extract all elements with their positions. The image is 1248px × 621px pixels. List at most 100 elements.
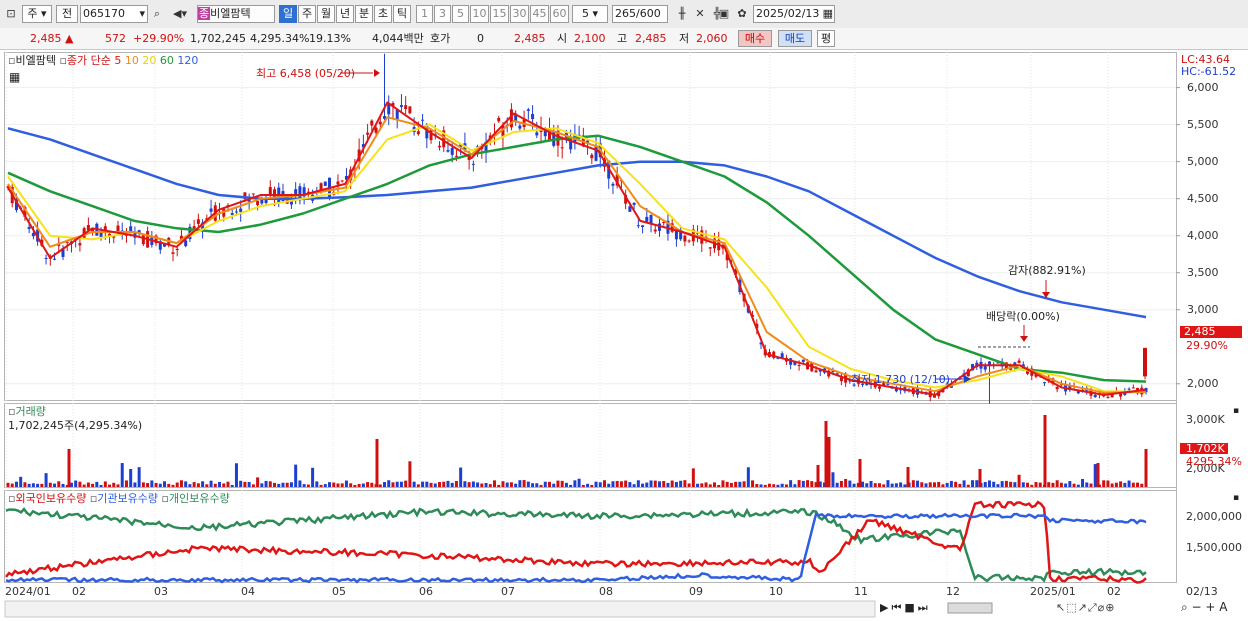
period-tab-2[interactable]: 월 xyxy=(317,5,335,23)
volume-bars xyxy=(6,415,1148,487)
x-tick-4: 05 xyxy=(332,585,346,598)
interval-button-0[interactable]: 1 xyxy=(416,5,433,23)
candle-type-icon[interactable]: ╫ xyxy=(674,5,690,23)
volume-bar xyxy=(302,484,306,487)
volume-bar xyxy=(869,480,873,487)
interval-button-5[interactable]: 30 xyxy=(510,5,529,23)
volume-bar xyxy=(581,484,585,487)
interval-button-7[interactable]: 60 xyxy=(550,5,569,23)
x-right-label: 02/13 xyxy=(1186,585,1218,598)
volume-spike xyxy=(978,469,982,487)
foreign-holdings-line xyxy=(5,500,1147,584)
count-input[interactable]: 265/600 xyxy=(612,5,668,23)
volume-bar xyxy=(518,480,522,487)
sell-button[interactable]: 매도 xyxy=(778,30,812,47)
volume-bar xyxy=(201,481,205,487)
period-tab-3[interactable]: 년 xyxy=(336,5,354,23)
holdings-tick-0: 2,000,000 xyxy=(1186,510,1242,523)
period-tab-4[interactable]: 분 xyxy=(355,5,373,23)
volume-bar xyxy=(746,467,750,487)
volume-bar xyxy=(1089,483,1093,487)
volume-bar xyxy=(247,482,251,487)
volume-bar xyxy=(683,480,687,487)
eval-button[interactable]: 평 xyxy=(817,30,835,47)
chart-area[interactable]: ▫비엘팜텍 ▫종가 단순 5 10 20 60 120 ▦ LC:43.64 H… xyxy=(0,50,1248,621)
x-tick-12: 2025/01 xyxy=(1030,585,1076,598)
high-value: 2,485 xyxy=(635,32,667,45)
stock-code-input[interactable]: 065170 ▾ xyxy=(80,5,148,23)
prev-button[interactable]: 전 xyxy=(56,5,78,23)
volume-bar xyxy=(573,480,577,487)
volume-bar xyxy=(717,484,721,487)
candle-body xyxy=(653,229,657,232)
scroll-controls[interactable]: ▶⏮■⏭ xyxy=(880,601,931,614)
save-icon[interactable]: ▣ xyxy=(716,5,732,23)
capital-reduction-note: 감자(882.91%) xyxy=(1008,264,1086,277)
volume-bar xyxy=(205,484,209,487)
pane-collapse-icon[interactable]: ▪ xyxy=(1233,405,1239,418)
interval-button-4[interactable]: 15 xyxy=(490,5,509,23)
volume-bar xyxy=(361,483,365,487)
grid-toggle-icon[interactable]: ▦ xyxy=(9,71,20,84)
candle-body xyxy=(141,234,145,245)
buy-button[interactable]: 매수 xyxy=(738,30,772,47)
interval-select[interactable]: 5 ▾ xyxy=(572,5,608,23)
volume-bar xyxy=(103,481,107,487)
period-tab-0[interactable]: 일 xyxy=(279,5,297,23)
volume-bar xyxy=(1123,482,1127,487)
settings-icon[interactable]: ✿ xyxy=(734,5,750,23)
volume-bar xyxy=(704,482,708,487)
volume-bar xyxy=(1047,482,1051,487)
low-label: 저 xyxy=(679,32,690,45)
volume-spike xyxy=(816,465,820,487)
interval-button-1[interactable]: 3 xyxy=(434,5,451,23)
volume-pct: 4,295.34% xyxy=(250,32,310,45)
window-menu-icon[interactable]: ⊡ xyxy=(3,5,19,23)
zoom-controls[interactable]: ⌕ − + A xyxy=(1181,601,1227,614)
volume-bar xyxy=(95,481,99,487)
interval-button-2[interactable]: 5 xyxy=(452,5,469,23)
date-input[interactable]: 2025/02/13 ▦ xyxy=(753,5,835,23)
interval-button-3[interactable]: 10 xyxy=(470,5,489,23)
volume-bar xyxy=(928,482,932,487)
price-tick-3: 4,500 xyxy=(1187,191,1219,205)
stock-name-field[interactable]: 종비엘팜텍 xyxy=(197,5,275,23)
pane-collapse-icon-2[interactable]: ▪ xyxy=(1233,492,1239,505)
volume-bar xyxy=(924,483,928,487)
volume-bar xyxy=(810,481,814,487)
volume-bar xyxy=(61,483,65,487)
speaker-icon[interactable]: ◀▾ xyxy=(166,5,194,23)
volume-bar xyxy=(112,482,116,487)
volume-bar xyxy=(937,481,941,487)
volume-bar xyxy=(1136,482,1140,487)
volume-bar xyxy=(835,482,839,487)
volume-bar xyxy=(383,482,387,487)
price-tick-7: 2,000 xyxy=(1187,376,1219,390)
candle-body xyxy=(175,248,179,251)
period-tab-1[interactable]: 주 xyxy=(298,5,316,23)
volume-bar xyxy=(552,483,556,487)
volume-bar xyxy=(848,480,852,487)
volume-bar xyxy=(416,484,420,487)
candle-body xyxy=(687,240,691,242)
candle-body xyxy=(234,211,238,213)
interval-button-6[interactable]: 45 xyxy=(530,5,549,23)
chart-canvas[interactable] xyxy=(0,50,1248,621)
low-note: 최저 1,730 (12/10) xyxy=(851,373,951,386)
period-tab-6[interactable]: 틱 xyxy=(393,5,411,23)
volume-bar xyxy=(522,480,526,487)
volume-bar xyxy=(370,482,374,487)
volume-bar xyxy=(1004,480,1008,487)
volume-bar xyxy=(27,483,31,487)
draw-tool-icon[interactable]: ✕ xyxy=(692,5,708,23)
volume-bar xyxy=(1013,482,1017,487)
candle-body xyxy=(268,187,272,195)
volume-bar xyxy=(594,481,598,487)
market-select[interactable]: 주 ▾ xyxy=(22,5,52,23)
volume-spike xyxy=(375,439,379,487)
price-change-pct: +29.90% xyxy=(133,32,185,45)
drawing-tools[interactable]: ↖⬚↗⤢⌀⊕ xyxy=(1056,601,1115,614)
candle-body xyxy=(590,154,594,159)
period-tab-5[interactable]: 초 xyxy=(374,5,392,23)
search-icon[interactable]: ⌕ xyxy=(149,5,165,23)
